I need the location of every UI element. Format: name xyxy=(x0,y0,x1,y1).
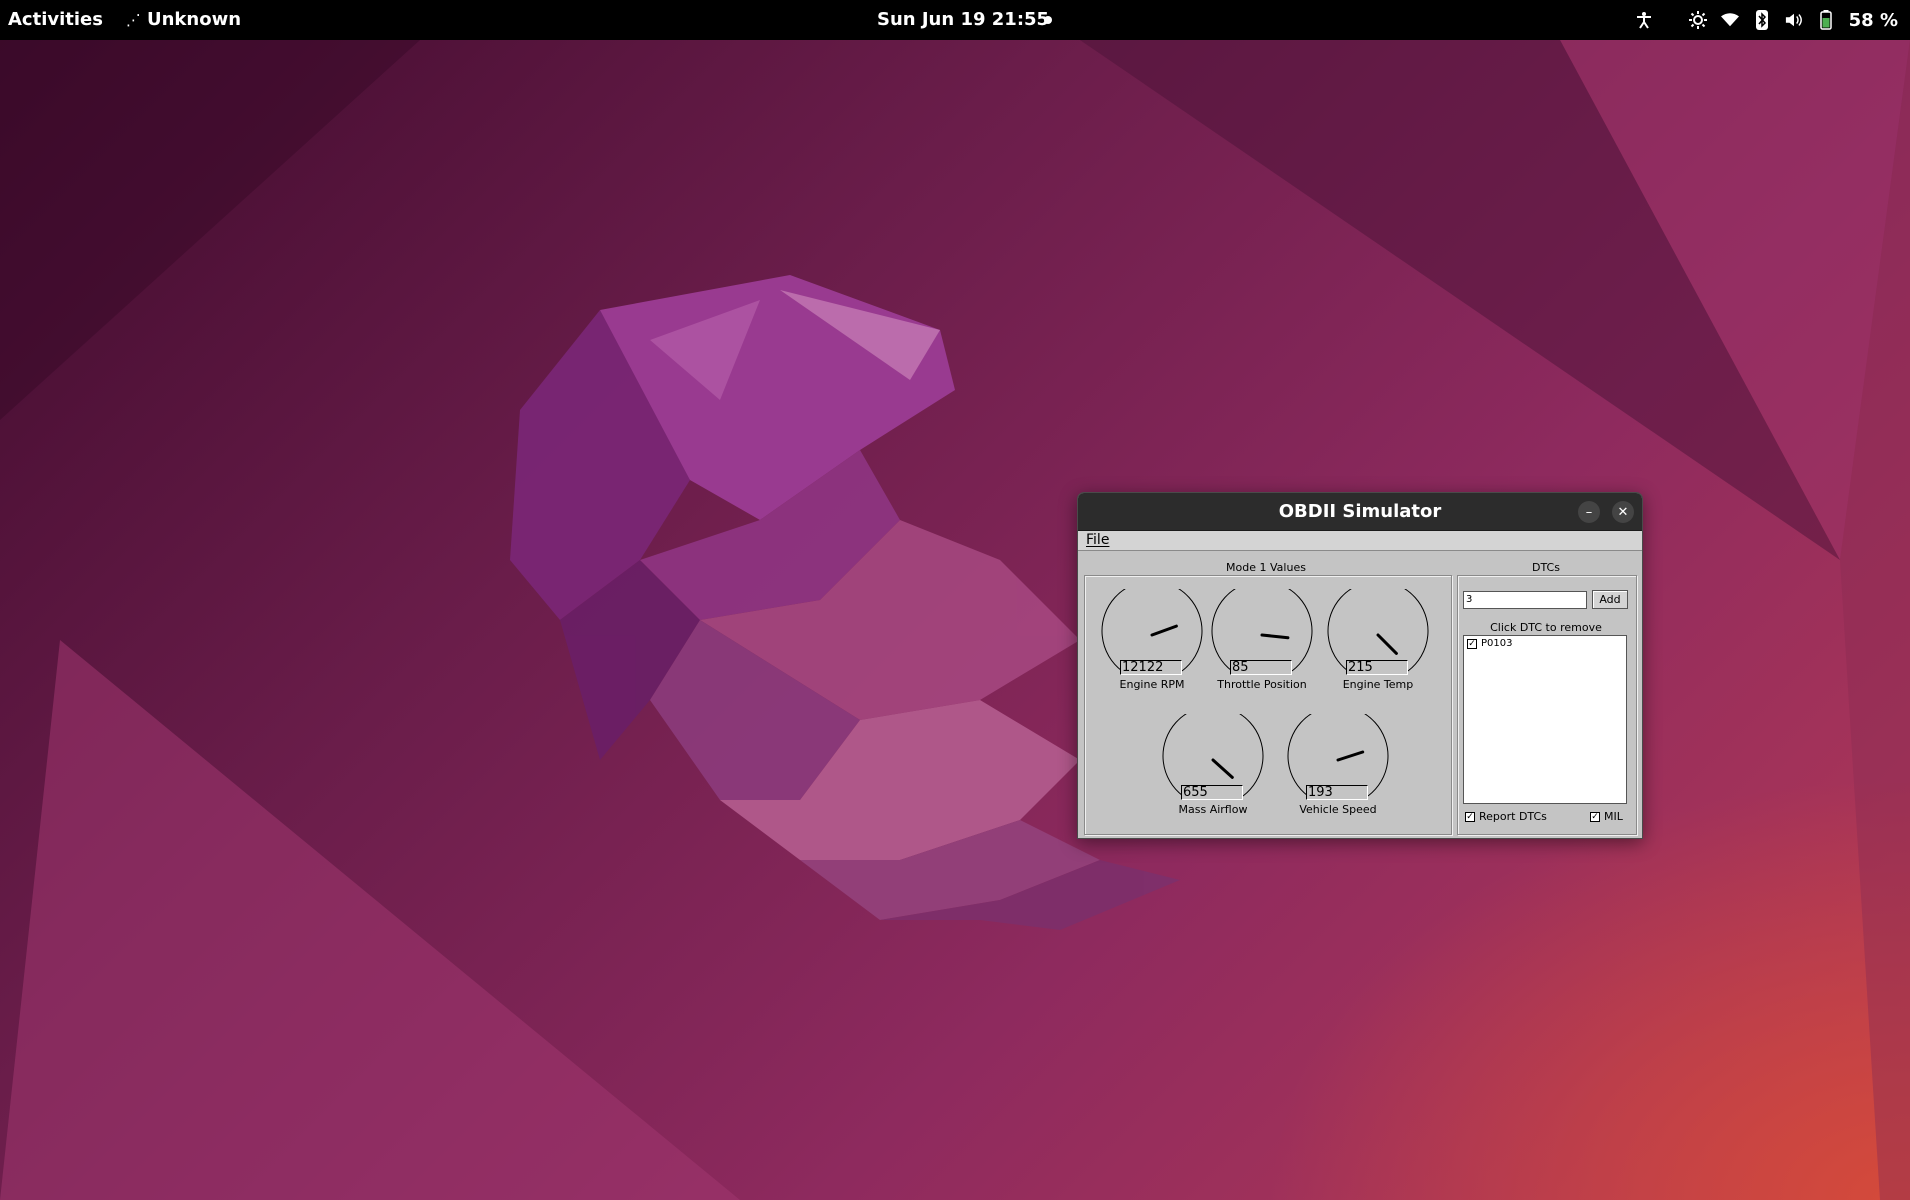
gauge-vehicle-speed: 193 Vehicle Speed xyxy=(1286,714,1390,824)
accessibility-icon[interactable] xyxy=(1635,9,1653,31)
app-indicator-icon: ⋰ xyxy=(126,10,141,29)
report-dtcs-label: Report DTCs xyxy=(1479,810,1547,823)
gauge-needle xyxy=(1211,758,1234,779)
menu-bar: File xyxy=(1078,531,1642,551)
dtc-code: P0103 xyxy=(1481,638,1513,649)
app-name: Unknown xyxy=(147,9,242,30)
mil-label: MIL xyxy=(1604,810,1623,823)
gauge-label: Engine Temp xyxy=(1342,678,1414,691)
dtc-list[interactable]: ✓ P0103 xyxy=(1463,635,1627,804)
dtc-input[interactable]: 3 xyxy=(1463,591,1587,609)
gauge-needle xyxy=(1150,624,1178,637)
notification-dot xyxy=(1044,16,1052,24)
dtc-item-checkbox[interactable]: ✓ xyxy=(1467,638,1477,649)
gauge-needle xyxy=(1336,750,1365,762)
gauge-label: Mass Airflow xyxy=(1178,803,1248,816)
app-menu[interactable]: ⋰ Unknown xyxy=(126,9,241,30)
gauge-value: 12122 xyxy=(1120,660,1182,675)
mil-checkbox[interactable]: ✓ MIL xyxy=(1590,810,1623,823)
top-bar: Activities ⋰ Unknown Sun Jun 19 21:55 58… xyxy=(0,0,1910,40)
gauge-value: 85 xyxy=(1230,660,1292,675)
dtc-remove-hint: Click DTC to remove xyxy=(1490,621,1602,634)
system-tray[interactable]: 58 % xyxy=(1635,0,1898,40)
checkbox-icon: ✓ xyxy=(1465,811,1475,822)
gauge-value: 193 xyxy=(1306,785,1368,800)
gauge-needle xyxy=(1376,633,1398,655)
clock[interactable]: Sun Jun 19 21:55 xyxy=(877,9,1049,30)
activities-button[interactable]: Activities xyxy=(8,9,103,30)
close-button[interactable]: ✕ xyxy=(1612,501,1634,523)
gauge-engine-rpm: 12122 Engine RPM xyxy=(1100,589,1204,699)
add-dtc-button[interactable]: Add xyxy=(1592,590,1628,609)
minimize-button[interactable]: – xyxy=(1578,501,1600,523)
report-dtcs-checkbox[interactable]: ✓ Report DTCs xyxy=(1465,810,1547,823)
gauge-value: 215 xyxy=(1346,660,1408,675)
window-titlebar[interactable]: OBDII Simulator – ✕ xyxy=(1078,493,1642,531)
battery-icon[interactable] xyxy=(1817,9,1835,31)
volume-icon[interactable] xyxy=(1785,9,1803,31)
gauge-value: 655 xyxy=(1181,785,1243,800)
minimize-icon: – xyxy=(1585,504,1593,520)
bluetooth-icon[interactable] xyxy=(1753,9,1771,31)
gauge-label: Vehicle Speed xyxy=(1299,803,1377,816)
menu-file[interactable]: File xyxy=(1086,532,1109,548)
brightness-icon[interactable] xyxy=(1688,9,1707,31)
close-icon: ✕ xyxy=(1617,504,1629,520)
gauge-throttle-position: 85 Throttle Position xyxy=(1210,589,1314,699)
wifi-icon[interactable] xyxy=(1720,9,1739,31)
gauge-needle xyxy=(1260,633,1290,640)
dtcs-title: DTCs xyxy=(1532,561,1560,574)
gauge-engine-temp: 215 Engine Temp xyxy=(1326,589,1430,699)
mode1-title: Mode 1 Values xyxy=(1226,561,1306,574)
gauge-mass-airflow: 655 Mass Airflow xyxy=(1161,714,1265,824)
window-title: OBDII Simulator xyxy=(1278,501,1442,522)
battery-percentage: 58 % xyxy=(1848,9,1898,31)
checkbox-icon: ✓ xyxy=(1590,811,1600,822)
list-item[interactable]: ✓ P0103 xyxy=(1464,636,1626,651)
